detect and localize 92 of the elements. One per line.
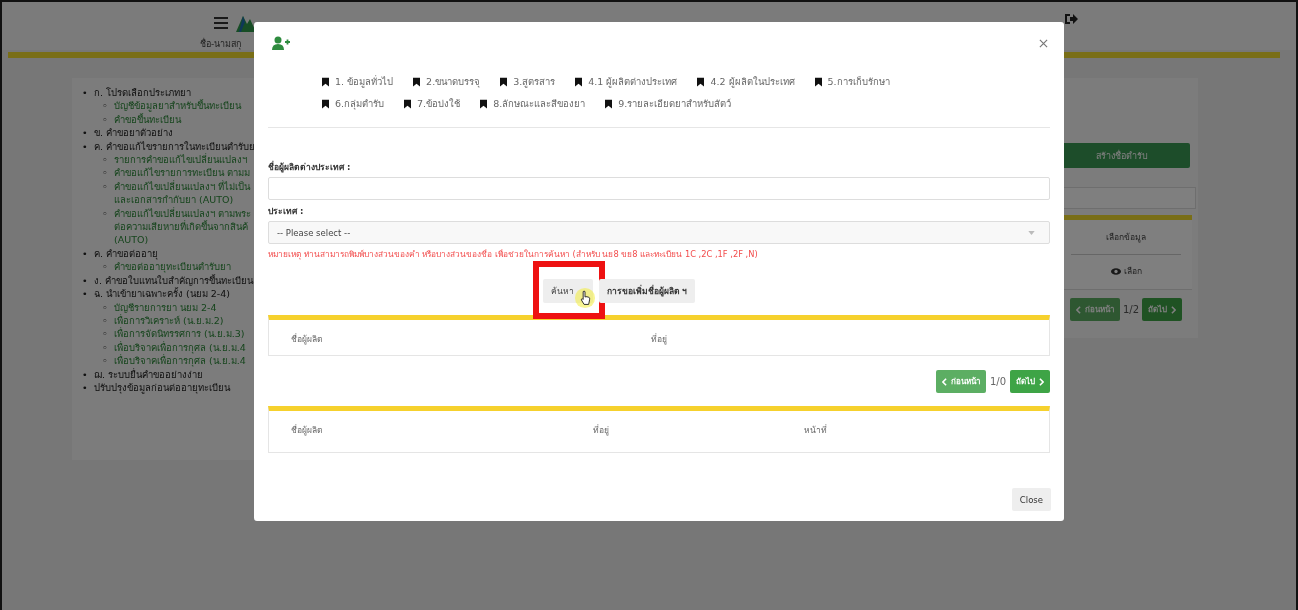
logout-icon[interactable] bbox=[1064, 13, 1078, 25]
menu-link[interactable]: คำขอต่ออายุทะเบียนตำรับยา bbox=[114, 260, 231, 274]
select-link[interactable]: เลือก bbox=[1104, 263, 1148, 279]
menu-item[interactable]: ปรับปรุงข้อมูลก่อนต่ออายุทะเบียน bbox=[94, 381, 230, 393]
page-indicator: 1/0 bbox=[989, 376, 1006, 387]
bullet: ◦ bbox=[102, 206, 109, 221]
section-tab[interactable]: 2.ขนาดบรรจุ bbox=[413, 74, 481, 89]
bullet: ◦ bbox=[102, 153, 109, 167]
bullet: • bbox=[82, 246, 89, 261]
bullet: ◦ bbox=[102, 354, 108, 368]
column-header: ที่อยู่ bbox=[593, 423, 610, 437]
section-tab[interactable]: 8.ลักษณะและสีของยา bbox=[480, 96, 586, 111]
bullet: ◦ bbox=[102, 112, 109, 127]
menu-link[interactable]: เพื่อการจัดนิทรรศการ (น.ย.ม.3) bbox=[114, 327, 245, 341]
bullet: ◦ bbox=[102, 300, 109, 314]
bullet: ◦ bbox=[102, 166, 109, 180]
column-header: ชื่อผู้ผลิต bbox=[291, 423, 324, 437]
add-user-icon bbox=[272, 36, 290, 50]
menu-link[interactable]: คำขอแก้ไขเปลี่ยนแปลงฯ ตามพระ ต่อความเสียหายที่เกิดขึ้นจากสินค้ (AUTO) bbox=[114, 206, 252, 247]
page-indicator: 1/2 bbox=[1123, 304, 1140, 315]
caret-icon bbox=[1028, 230, 1035, 235]
country-dropdown[interactable]: -- Please select -- bbox=[268, 221, 1050, 244]
menu-link[interactable]: คำขอแก้ไขเปลี่ยนแปลงฯ ที่ไม่เป็น และเอกสารกำกับยา (AUTO) bbox=[114, 179, 251, 207]
bullet: ◦ bbox=[102, 260, 108, 273]
bullet: • bbox=[82, 126, 89, 140]
bookmark-icon bbox=[413, 76, 421, 87]
chevron-left-icon bbox=[941, 377, 947, 386]
bookmark-icon bbox=[480, 98, 488, 109]
field-label: ชื่อผู้ผลิตต่างประเทศ : bbox=[268, 160, 352, 174]
bookmark-icon bbox=[322, 76, 329, 87]
bullet: • bbox=[82, 367, 89, 381]
action-button[interactable]: ค้นหา bbox=[542, 279, 593, 303]
menu-icon[interactable] bbox=[214, 17, 228, 29]
chevron-left-icon bbox=[1076, 305, 1081, 314]
next-button[interactable]: ถัดไป bbox=[1142, 298, 1183, 321]
menu-item[interactable]: ง. คำขอใบแทนใบสำคัญการขึ้นทะเบียน bbox=[94, 274, 254, 286]
menu-item[interactable]: ค. คำขอแก้ไขรายการในทะเบียนตำรับย bbox=[94, 140, 256, 152]
bookmark-icon bbox=[322, 98, 329, 109]
menu-link[interactable]: บัญชีข้อมูลยาสำหรับขึ้นทะเบียน bbox=[114, 99, 241, 113]
menu-item[interactable]: ข. คำขอยาตัวอย่าง bbox=[94, 127, 174, 139]
section-tab[interactable]: 7.ข้อบ่งใช้ bbox=[404, 96, 461, 111]
bullet: ◦ bbox=[102, 99, 109, 113]
column-header: หน้าที่ bbox=[804, 423, 828, 437]
menu-item[interactable]: ก. โปรดเลือกประเภทยา bbox=[94, 87, 192, 98]
menu-link[interactable]: บัญชีรายการยา นยม 2-4 bbox=[114, 300, 217, 314]
bullet: • bbox=[82, 273, 89, 288]
section-tab[interactable]: 9.รายละเอียดยาสำหรับสัตว์ bbox=[605, 96, 732, 111]
section-tab[interactable]: 6.กลุ่มตำรับ bbox=[322, 96, 385, 111]
manufacturer-name-field[interactable] bbox=[268, 177, 1050, 200]
section-tab[interactable]: 4.1 ผู้ผลิตต่างประเทศ bbox=[575, 74, 678, 89]
chevron-right-icon bbox=[1171, 305, 1177, 314]
column-header: เลือกข้อมูล bbox=[1071, 230, 1181, 255]
bullet: • bbox=[82, 380, 89, 395]
field-label: ประเทศ : bbox=[268, 205, 305, 218]
next-button[interactable]: ถัดไป bbox=[1010, 370, 1050, 393]
menu-link[interactable]: เพื่อการวิเคราะห์ (น.ย.ม.2) bbox=[114, 313, 224, 328]
bookmark-icon bbox=[814, 76, 822, 87]
bullet: ◦ bbox=[102, 327, 109, 341]
menu-item[interactable]: ฌ. ระบบยื่นคำขออย่างง่าย bbox=[94, 368, 204, 380]
chevron-right-icon bbox=[1039, 377, 1044, 386]
close-button[interactable]: Close bbox=[1011, 488, 1051, 511]
bookmark-icon bbox=[575, 76, 583, 87]
bullet: ◦ bbox=[102, 340, 109, 355]
bullet: • bbox=[82, 86, 89, 100]
action-button[interactable]: การขอเพิ่มชื่อผู้ผลิต ฯ bbox=[598, 279, 696, 303]
bookmark-icon bbox=[697, 76, 705, 87]
menu-link[interactable]: เพื่อบริจาคเพื่อการกุศล (น.ย.ม.4 bbox=[114, 340, 246, 355]
section-tab[interactable]: 3.สูตรสาร bbox=[500, 74, 556, 89]
column-header: ชื่อผู้ผลิต bbox=[291, 332, 324, 346]
menu-link[interactable]: คำขอแก้ไขรายการทะเบียน ตามม bbox=[114, 166, 251, 180]
bookmark-icon bbox=[605, 98, 613, 109]
menu-link[interactable]: รายการคำขอแก้ไขเปลี่ยนแปลงฯ bbox=[114, 153, 247, 167]
column-header: ที่อยู่ bbox=[651, 332, 668, 346]
section-tab[interactable]: 5.การเก็บรักษา bbox=[814, 74, 890, 89]
menu-item[interactable]: ค. คำขอต่ออายุ bbox=[94, 247, 159, 259]
bullet: ◦ bbox=[102, 179, 109, 194]
hand-cursor-icon bbox=[573, 287, 596, 309]
user-name: ชื่อ-นามสกุ bbox=[200, 37, 242, 51]
close-icon[interactable] bbox=[1039, 38, 1048, 48]
menu-item[interactable]: ฉ. นำเข้ายาเฉพาะครั้ง (นยม 2-4) bbox=[94, 288, 230, 300]
bookmark-icon bbox=[404, 98, 412, 109]
mountain-logo-icon bbox=[236, 14, 256, 32]
eye-icon bbox=[1110, 267, 1121, 275]
menu-link[interactable]: คำขอขึ้นทะเบียน bbox=[114, 112, 181, 127]
bullet: ◦ bbox=[102, 313, 109, 328]
section-tab[interactable]: 4.2 ผู้ผลิตในประเทศ bbox=[697, 74, 795, 89]
bullet: • bbox=[82, 139, 89, 154]
bookmark-icon bbox=[500, 76, 508, 87]
section-tab[interactable]: 1. ข้อมูลทั่วไป bbox=[322, 74, 394, 89]
menu-link[interactable]: เพื่อบริจาคเพื่อการกุศล (น.ย.ม.4 bbox=[114, 354, 246, 368]
note-text: หมายเหตุ ท่านสามารถพิมพ์บางส่วนของคำ หรือบางส่วนของชื่อ เพื่อช่วยในการค้นหา (สำหรับ นย8 ขย8 และทะเบียน 1C ,2C ,1F ,2F ,N) bbox=[268, 248, 759, 261]
bullet: • bbox=[82, 287, 89, 301]
